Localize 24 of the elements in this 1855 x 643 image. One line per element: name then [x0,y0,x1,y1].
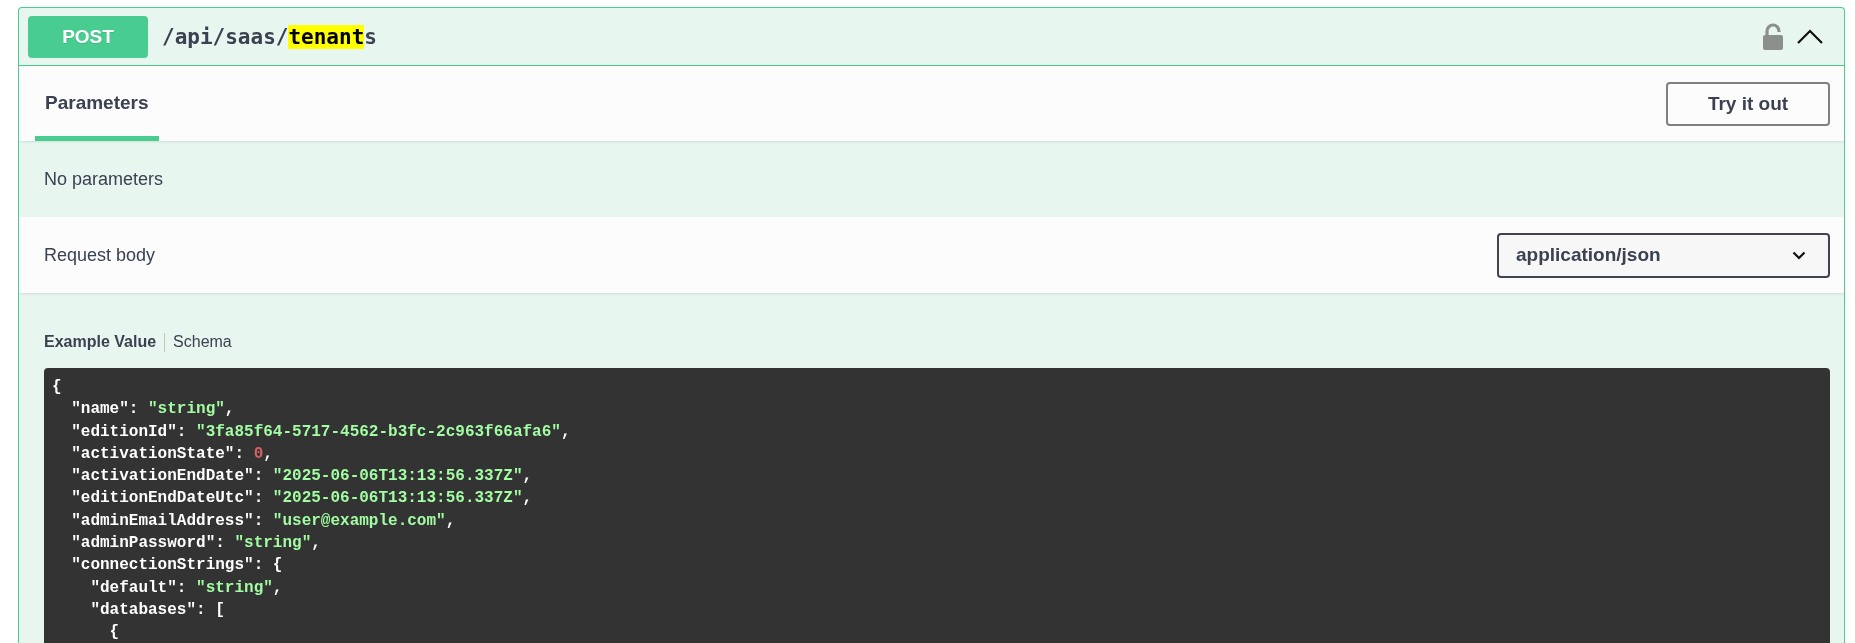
no-parameters-text: No parameters [44,168,164,190]
code-line: "adminEmailAddress": "user@example.com", [70,510,456,532]
code-line: "databases": [ [89,599,225,621]
schema-tab[interactable]: Schema [173,333,232,351]
example-value-tab[interactable]: Example Value [44,333,157,351]
endpoint-path: /api/saas/tenants [162,24,377,49]
dropdown-caret-icon [1792,250,1806,260]
code-line: { [52,377,62,398]
code-line: { [108,622,120,643]
unlocked-padlock-icon[interactable] [1762,22,1784,51]
code-line: "name": "string", [70,399,235,421]
code-line: "connectionStrings": { [70,555,283,577]
content-type-dropdown[interactable]: application/json [1497,232,1830,278]
method-badge: POST [28,15,148,58]
try-it-out-button[interactable]: Try it out [1666,81,1830,126]
code-line: "default": "string", [89,577,283,599]
request-body-label: Request body [44,244,156,266]
code-line: "activationEndDate": "2025-06-06T13:13:56.337Z", [70,466,533,488]
code-line: "adminPassword": "string", [70,533,321,555]
parameters-tab[interactable]: Parameters [35,66,159,141]
collapse-chevron-icon[interactable] [1796,28,1824,45]
code-line: "editionEndDateUtc": "2025-06-06T13:13:56.337Z", [70,488,533,510]
code-line: "editionId": "3fa85f64-5717-4562-b3fc-2c963f66afa6", [70,421,571,443]
code-line: "activationState": 0, [70,443,273,465]
